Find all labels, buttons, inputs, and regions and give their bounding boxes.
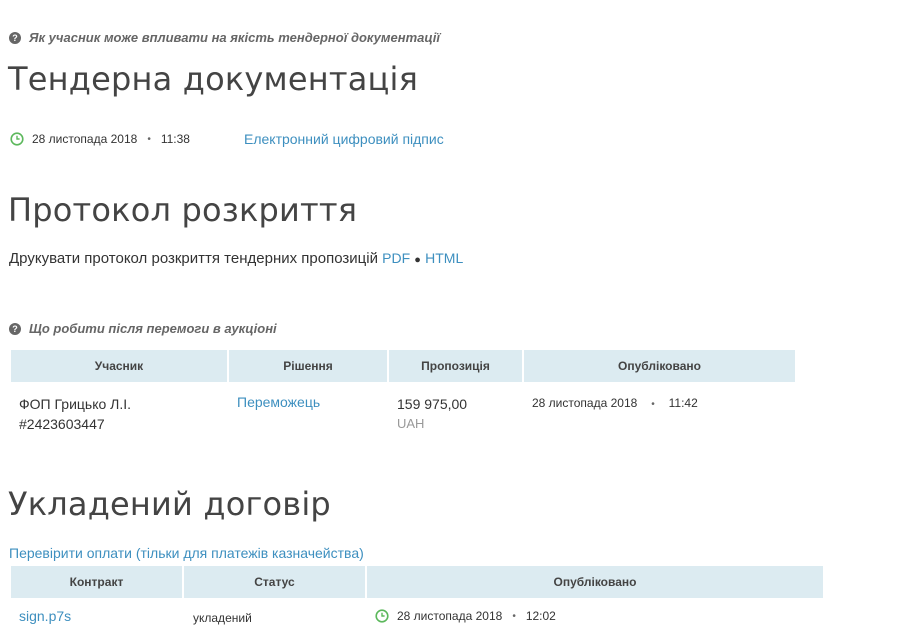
help-after-win-text: Що робити після перемоги в аукціоні [29, 321, 277, 336]
clock-icon [375, 609, 389, 623]
tender-docs-time: 11:38 [160, 132, 190, 146]
help-after-win-link[interactable]: ? Що робити після перемоги в аукціоні [9, 321, 277, 336]
question-icon: ? [9, 31, 21, 44]
protocol-title: Протокол розкриття [8, 191, 358, 229]
protocol-html-link[interactable]: HTML [425, 250, 463, 266]
contract-file-cell: sign.p7s [11, 598, 182, 626]
offer-cell: 159 975,00 UAH [389, 382, 522, 434]
protocol-print-text: Друкувати протокол розкриття тендерних п… [9, 250, 378, 267]
bids-header-participant: Учасник [11, 350, 227, 382]
participant-id: #2423603447 [19, 416, 105, 432]
separator-dot: • [147, 133, 151, 145]
offer-currency: UAH [397, 416, 425, 431]
offer-amount: 159 975,00 [397, 396, 468, 412]
participant-name: ФОП Грицько Л.І. [19, 396, 132, 412]
check-payments-link[interactable]: Перевірити оплати (тільки для платежів к… [9, 545, 364, 561]
contract-table: Контракт Статус Опубліковано sign.p7s ук… [9, 566, 825, 626]
help-quality-link[interactable]: ? Як учасник може впливати на якість тен… [9, 30, 440, 45]
tender-docs-title: Тендерна документація [8, 60, 419, 98]
bids-table: Учасник Рішення Пропозиція Опубліковано … [9, 350, 797, 434]
bids-header-published: Опубліковано [524, 350, 795, 382]
contract-header-status: Статус [184, 566, 365, 598]
separator-dot: • [651, 399, 655, 410]
tender-docs-meta: 28 листопада 2018 • 11:38 [10, 132, 190, 146]
decision-cell: Переможець [229, 382, 387, 434]
contract-status-cell: укладений [184, 598, 365, 626]
protocol-print-row: Друкувати протокол розкриття тендерних п… [9, 250, 463, 267]
bid-published-time: 11:42 [668, 396, 698, 410]
decision-winner-link[interactable]: Переможець [237, 394, 320, 410]
contract-header-published: Опубліковано [367, 566, 823, 598]
clock-icon [10, 132, 24, 146]
help-quality-text: Як учасник може впливати на якість тенде… [29, 30, 441, 45]
contract-status: укладений [193, 611, 252, 625]
table-row: ФОП Грицько Л.І. #2423603447 Переможець … [11, 382, 795, 434]
contract-published-cell: 28 листопада 2018 • 12:02 [367, 598, 823, 626]
question-icon: ? [9, 322, 21, 335]
contract-header-contract: Контракт [11, 566, 182, 598]
contract-title: Укладений договір [8, 485, 331, 523]
published-cell: 28 листопада 2018 • 11:42 [524, 382, 795, 434]
bids-header-decision: Рішення [229, 350, 387, 382]
bullet-separator: ● [414, 254, 421, 266]
separator-dot: • [512, 610, 516, 622]
participant-cell: ФОП Грицько Л.І. #2423603447 [11, 382, 227, 434]
digital-signature-link[interactable]: Електронний цифровий підпис [244, 131, 444, 147]
contract-published-date: 28 листопада 2018 [397, 609, 503, 623]
bid-published-date: 28 листопада 2018 [532, 396, 638, 410]
contract-published-time: 12:02 [525, 609, 556, 623]
table-row: sign.p7s укладений 28 листопада 2018 • 1… [11, 598, 823, 626]
protocol-pdf-link[interactable]: PDF [382, 250, 410, 266]
contract-published-meta: 28 листопада 2018 • 12:02 [375, 609, 556, 623]
tender-docs-date: 28 листопада 2018 [32, 132, 138, 146]
bids-header-offer: Пропозиція [389, 350, 522, 382]
contract-file-link[interactable]: sign.p7s [19, 608, 71, 624]
